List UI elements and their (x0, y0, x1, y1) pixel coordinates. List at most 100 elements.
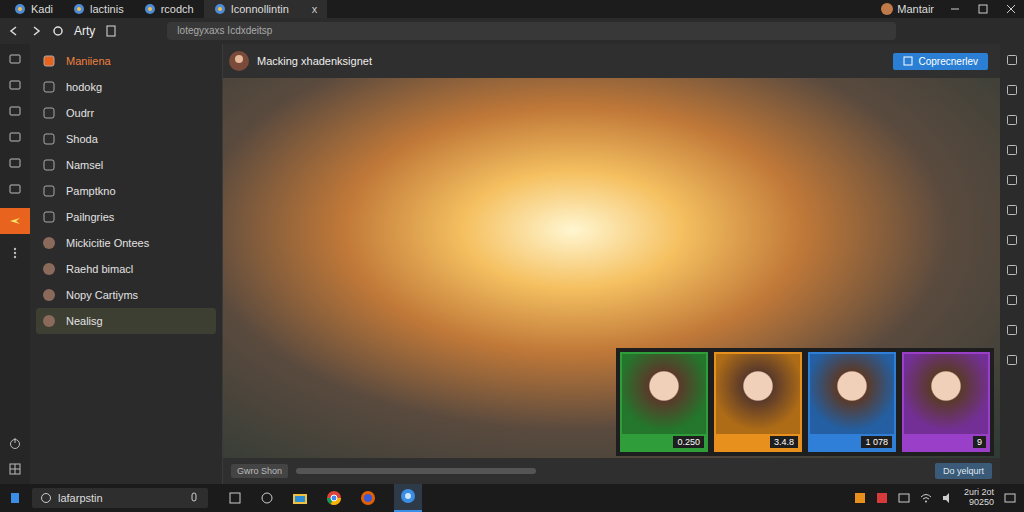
character-card[interactable]: 3.4.8 (714, 352, 802, 452)
rail-menu-icon[interactable] (8, 130, 22, 144)
chrome-icon[interactable] (326, 490, 342, 506)
tray-app-icon[interactable] (854, 492, 866, 504)
tab-close-button[interactable]: x (312, 3, 318, 15)
scrollbar[interactable] (296, 468, 536, 474)
power-icon[interactable] (8, 436, 22, 450)
content-footer: Gwro Shon Do yelqurt (223, 458, 1000, 484)
close-icon[interactable] (1006, 4, 1016, 14)
toolbar-title: Arty (74, 24, 95, 38)
tool-icon[interactable] (1006, 174, 1018, 186)
sidebar-item[interactable]: Maniiena (36, 48, 216, 74)
rail-menu-icon[interactable] (8, 78, 22, 92)
sidebar: Maniiena hodokg Oudrr Shoda Namsel Pampt… (30, 44, 223, 484)
item-icon (42, 236, 56, 250)
browser-tab[interactable]: rcodch (134, 0, 204, 18)
chat-icon[interactable] (260, 491, 274, 505)
tool-icon[interactable] (1006, 324, 1018, 336)
item-icon (42, 210, 56, 224)
sidebar-item[interactable]: Pamptkno (36, 178, 216, 204)
channel-avatar-icon (229, 51, 249, 71)
item-icon (42, 158, 56, 172)
item-icon (42, 262, 56, 276)
sidebar-item[interactable]: Raehd bimacl (36, 256, 216, 282)
minimize-icon[interactable] (950, 4, 960, 14)
character-card[interactable]: 0.250 (620, 352, 708, 452)
browser-icon[interactable] (400, 488, 416, 504)
tool-icon[interactable] (1006, 54, 1018, 66)
tray-mail-icon[interactable] (898, 492, 910, 504)
footer-button[interactable]: Do yelqurt (935, 463, 992, 479)
footer-label[interactable]: Gwro Shon (231, 464, 288, 478)
character-cards: 0.250 3.4.8 1 078 9 (616, 348, 994, 456)
tool-icon[interactable] (1006, 204, 1018, 216)
browser-tab[interactable]: lactinis (63, 0, 134, 18)
character-card[interactable]: 1 078 (808, 352, 896, 452)
sidebar-item[interactable]: Nealisg (36, 308, 216, 334)
item-icon (42, 314, 56, 328)
rail-menu-icon[interactable] (8, 104, 22, 118)
more-icon[interactable] (8, 246, 22, 260)
portrait-image (622, 354, 706, 434)
character-card[interactable]: 9 (902, 352, 990, 452)
browser-tab[interactable]: Iconnollintin x (204, 0, 328, 18)
rail-menu-icon[interactable] (8, 156, 22, 170)
search-icon (40, 492, 52, 504)
taskbar: lafarpstin 2uri 2ot 90250 (0, 484, 1024, 512)
browser-tab[interactable]: Kadi (4, 0, 63, 18)
tab-favicon-icon (214, 3, 226, 15)
profile-button[interactable]: Mantair (881, 3, 934, 15)
tool-icon[interactable] (1006, 264, 1018, 276)
tool-icon[interactable] (1006, 84, 1018, 96)
tool-icon[interactable] (1006, 114, 1018, 126)
sidebar-item[interactable]: Namsel (36, 152, 216, 178)
taskview-icon[interactable] (228, 491, 242, 505)
rail-menu-icon[interactable] (8, 182, 22, 196)
app-window: Kadi lactinis rcodch Iconnollintin x Man… (0, 0, 1024, 512)
tab-bar: Kadi lactinis rcodch Iconnollintin x Man… (0, 0, 1024, 18)
tab-favicon-icon (73, 3, 85, 15)
tool-icon[interactable] (1006, 354, 1018, 366)
item-icon (42, 106, 56, 120)
page-icon[interactable] (105, 25, 117, 37)
notification-icon[interactable] (1004, 492, 1016, 504)
grid-icon[interactable] (8, 462, 22, 476)
sidebar-item[interactable]: Nopy Cartiyms (36, 282, 216, 308)
folder-icon[interactable] (292, 490, 308, 506)
item-icon (42, 80, 56, 94)
sidebar-item[interactable]: hodokg (36, 74, 216, 100)
item-icon (42, 54, 56, 68)
artwork-image: 0.250 3.4.8 1 078 9 (223, 78, 1000, 458)
wifi-icon[interactable] (920, 492, 932, 504)
content-panel: Macking xhadenksignet Coprecnerlev 0.250… (223, 44, 1000, 484)
tool-icon[interactable] (1006, 234, 1018, 246)
content-title: Macking xhadenksignet (257, 55, 372, 67)
tool-icon[interactable] (1006, 144, 1018, 156)
item-icon (42, 132, 56, 146)
clock[interactable]: 2uri 2ot 90250 (964, 488, 994, 508)
sidebar-item[interactable]: Oudrr (36, 100, 216, 126)
back-icon[interactable] (8, 25, 20, 37)
forward-icon[interactable] (30, 25, 42, 37)
right-rail (1000, 44, 1024, 484)
volume-icon[interactable] (942, 492, 954, 504)
sidebar-item[interactable]: Mickicitie Ontees (36, 230, 216, 256)
reload-icon[interactable] (52, 25, 64, 37)
firefox-icon[interactable] (360, 490, 376, 506)
tray-alert-icon[interactable] (876, 492, 888, 504)
activity-rail (0, 44, 30, 484)
sidebar-item[interactable]: Pailngries (36, 204, 216, 230)
action-button[interactable]: Coprecnerlev (893, 53, 988, 70)
mic-icon (188, 492, 200, 504)
start-icon[interactable] (8, 491, 22, 505)
sidebar-item[interactable]: Shoda (36, 126, 216, 152)
bolt-icon (8, 214, 22, 228)
maximize-icon[interactable] (978, 4, 988, 14)
address-bar[interactable]: lotegyxaxs Icdxdeitsp (167, 22, 896, 40)
rail-active-item[interactable] (0, 208, 30, 234)
portrait-image (716, 354, 800, 434)
tool-icon[interactable] (1006, 294, 1018, 306)
rail-menu-icon[interactable] (8, 52, 22, 66)
avatar-icon (881, 3, 893, 15)
taskbar-search[interactable]: lafarpstin (32, 488, 208, 508)
tab-favicon-icon (14, 3, 26, 15)
